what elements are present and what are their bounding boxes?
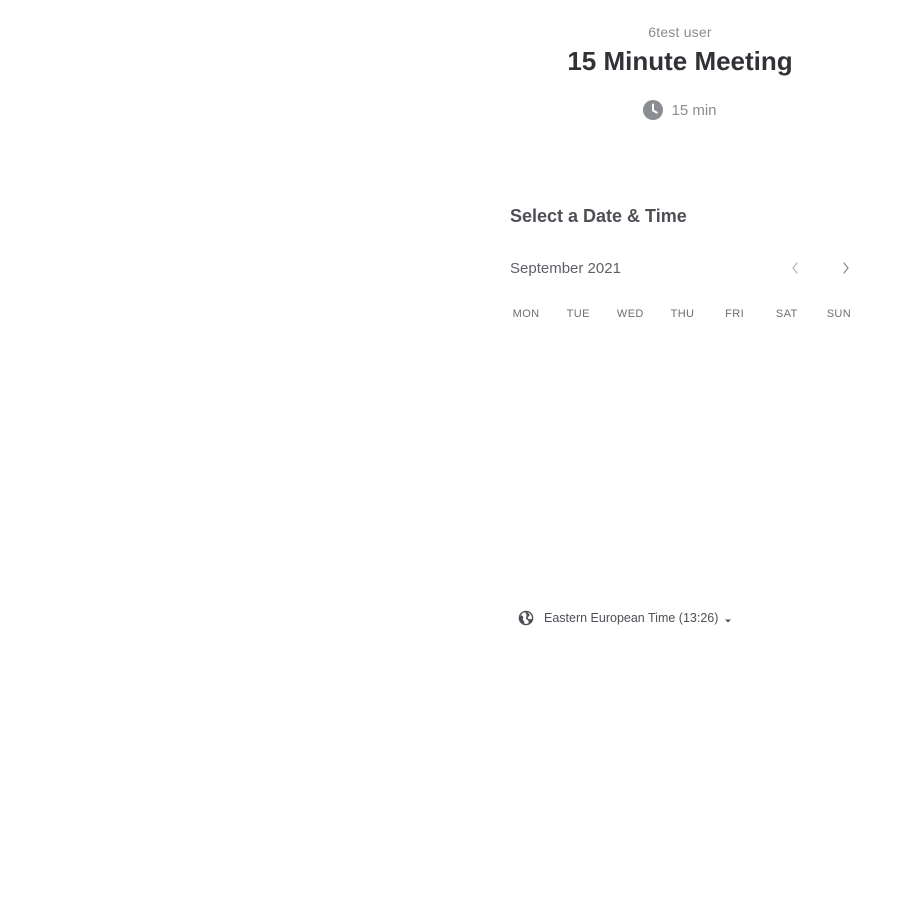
weekday-sat: SAT [775,308,798,320]
left-pane [0,0,460,900]
previous-month-button[interactable] [783,258,807,282]
globe-icon [518,610,534,626]
weekday-header: MON TUE WED THU FRI SAT SUN [500,308,865,320]
organizer-name: 6test user [648,24,712,40]
weekday-wed: WED [616,308,644,320]
event-duration: 15 min [460,100,900,120]
clock-icon [643,100,664,120]
month-label: September 2021 [510,260,621,277]
next-month-button[interactable] [834,258,858,282]
section-title: Select a Date & Time [510,206,687,226]
booking-page: 6test user 15 Minute Meeting 15 min Sele… [0,0,900,900]
weekday-fri: FRI [725,308,745,320]
timezone-label: Eastern European Time (13:26) [544,611,719,625]
weekday-tue: TUE [566,308,590,320]
timezone-selector[interactable]: Eastern European Time (13:26) [518,610,732,626]
chevron-left-icon [790,261,800,280]
caret-down-icon [724,614,732,623]
weekday-thu: THU [670,308,695,320]
event-title: 15 Minute Meeting [567,46,793,76]
month-navigation: September 2021 [510,258,855,282]
weekday-sun: SUN [826,308,852,320]
chevron-right-icon [841,261,851,280]
weekday-mon: MON [512,308,540,320]
duration-label: 15 min [671,101,717,119]
